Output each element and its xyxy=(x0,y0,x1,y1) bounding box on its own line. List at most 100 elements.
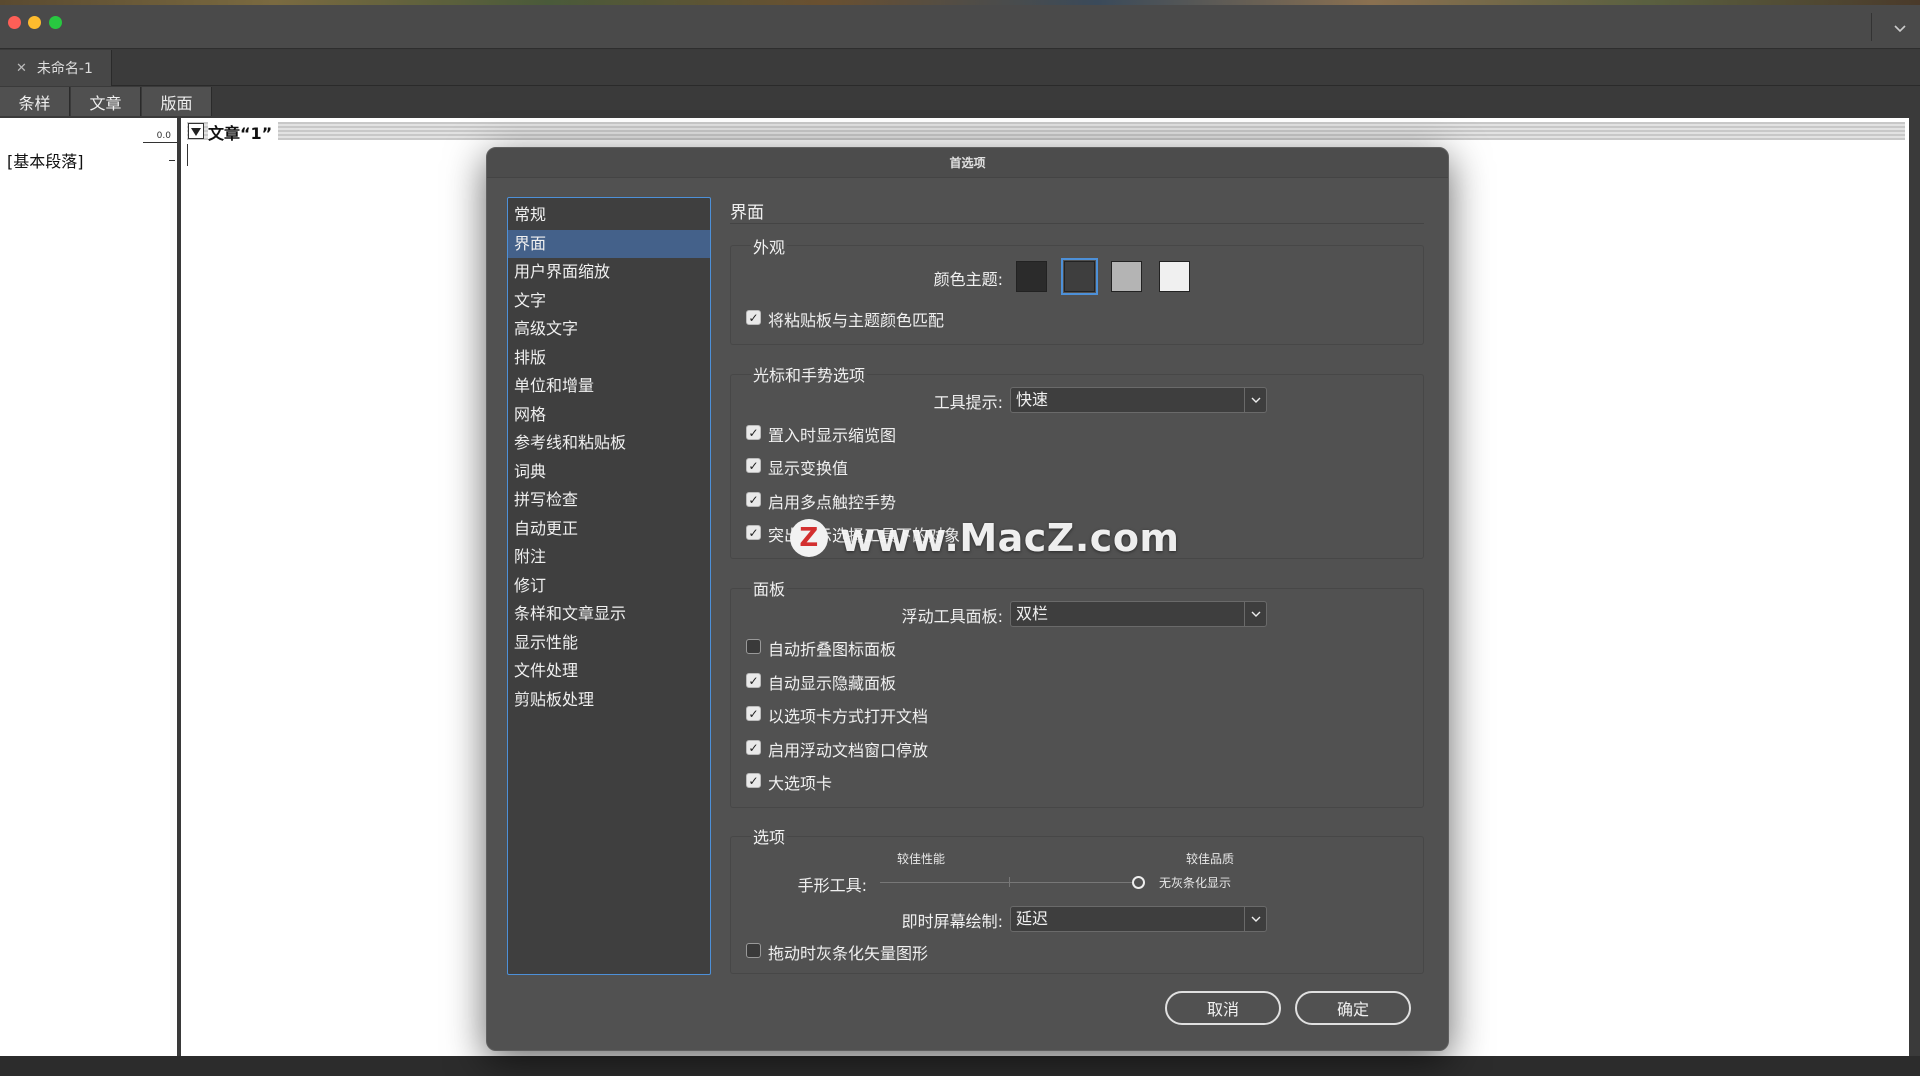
auto-collapse-checkbox[interactable] xyxy=(746,639,761,654)
watermark: Z www.MacZ.com xyxy=(790,515,1180,561)
category-item-advanced-type[interactable]: 高级文字 xyxy=(508,315,710,344)
cursor-gesture-title: 光标和手势选项 xyxy=(751,362,868,386)
tooltips-select-value: 快速 xyxy=(1016,390,1049,409)
story-editor-view-tabs: 条样 文章 版面 xyxy=(0,87,1920,117)
category-item-spelling[interactable]: 拼写检查 xyxy=(508,486,710,515)
tooltips-select[interactable]: 快速 xyxy=(1010,387,1267,413)
tab-layout[interactable]: 版面 xyxy=(142,87,212,116)
hand-tool-slider-tick xyxy=(1009,877,1010,887)
document-tab-label: 未命名-1 xyxy=(36,61,93,77)
section-divider xyxy=(730,223,1424,224)
story-collapse-toggle[interactable] xyxy=(188,123,204,139)
story-header-bar xyxy=(187,122,1905,140)
large-tabs-label: 大选项卡 xyxy=(768,774,833,793)
window-titlebar xyxy=(0,5,1920,49)
document-tab-strip: ✕ 未命名-1 xyxy=(0,50,1920,86)
floating-docking-label: 启用浮动文档窗口停放 xyxy=(768,741,929,760)
category-item-composition[interactable]: 排版 xyxy=(508,344,710,373)
floating-tools-select[interactable]: 双栏 xyxy=(1010,601,1267,627)
category-item-units[interactable]: 单位和增量 xyxy=(508,372,710,401)
category-item-dictionary[interactable]: 词典 xyxy=(508,458,710,487)
ruler-tick xyxy=(169,160,175,161)
category-list[interactable]: 常规 界面 用户界面缩放 文字 高级文字 排版 单位和增量 网格 参考线和粘贴板… xyxy=(507,197,711,975)
multitouch-checkbox[interactable]: ✓ xyxy=(746,492,761,507)
auto-collapse-label: 自动折叠图标面板 xyxy=(768,640,897,659)
theme-swatch-dark[interactable] xyxy=(1061,258,1098,295)
match-pasteboard-checkbox[interactable]: ✓ xyxy=(746,310,761,325)
highlight-object-checkbox[interactable]: ✓ xyxy=(746,525,761,540)
floating-tools-label: 浮动工具面板: xyxy=(901,607,1003,626)
match-pasteboard-label: 将粘贴板与主题颜色匹配 xyxy=(768,311,945,330)
live-draw-select-value: 延迟 xyxy=(1016,909,1049,928)
panels-title: 面板 xyxy=(751,576,788,600)
large-tabs-checkbox[interactable]: ✓ xyxy=(746,773,761,788)
chevron-down-icon[interactable] xyxy=(1890,18,1910,38)
auto-show-hidden-checkbox[interactable]: ✓ xyxy=(746,673,761,688)
depth-ruler-line xyxy=(143,142,177,143)
category-item-story-editor[interactable]: 条样和文章显示 xyxy=(508,600,710,629)
hand-tool-slider-knob[interactable] xyxy=(1132,876,1145,889)
category-item-display-performance[interactable]: 显示性能 xyxy=(508,629,710,658)
category-item-general[interactable]: 常规 xyxy=(508,201,710,230)
better-performance-label: 较佳性能 xyxy=(897,852,946,866)
cancel-button[interactable]: 取消 xyxy=(1165,991,1281,1025)
tab-story[interactable]: 文章 xyxy=(71,87,141,116)
dialog-title: 首选项 xyxy=(487,148,1448,178)
story-title: 文章“1” xyxy=(208,120,279,144)
category-item-autocorrect[interactable]: 自动更正 xyxy=(508,515,710,544)
show-transform-values-checkbox[interactable]: ✓ xyxy=(746,458,761,473)
category-item-type[interactable]: 文字 xyxy=(508,287,710,316)
chevron-down-icon xyxy=(1244,907,1266,931)
auto-show-hidden-label: 自动显示隐藏面板 xyxy=(768,674,897,693)
category-item-grids[interactable]: 网格 xyxy=(508,401,710,430)
style-name-column: 0.0 [基本段落] xyxy=(0,118,177,1056)
open-as-tabs-label: 以选项卡方式打开文档 xyxy=(768,707,929,726)
minimize-window-button[interactable] xyxy=(28,16,41,29)
live-draw-label: 即时屏幕绘制: xyxy=(901,912,1003,931)
ok-button[interactable]: 确定 xyxy=(1295,991,1411,1025)
show-transform-values-label: 显示变换值 xyxy=(768,459,849,478)
greek-vector-label: 拖动时灰条化矢量图形 xyxy=(768,944,929,963)
hand-tool-label: 手形工具: xyxy=(797,876,867,895)
triangle-down-icon xyxy=(191,128,201,136)
floating-docking-checkbox[interactable]: ✓ xyxy=(746,740,761,755)
preferences-dialog: 首选项 常规 界面 用户界面缩放 文字 高级文字 排版 单位和增量 网格 参考线… xyxy=(486,147,1449,1051)
theme-swatch-medium-light[interactable] xyxy=(1111,261,1142,292)
tab-galley[interactable]: 条样 xyxy=(0,87,70,116)
watermark-text: www.MacZ.com xyxy=(840,516,1180,560)
category-item-interface[interactable]: 界面 xyxy=(508,229,710,258)
chevron-down-icon xyxy=(1244,388,1266,412)
hand-tool-slider-track[interactable] xyxy=(880,882,1140,883)
category-item-ui-scaling[interactable]: 用户界面缩放 xyxy=(508,258,710,287)
document-tab[interactable]: ✕ 未命名-1 xyxy=(0,50,112,86)
appearance-title: 外观 xyxy=(751,234,788,258)
bottom-status-bar xyxy=(0,1056,1920,1076)
multitouch-label: 启用多点触控手势 xyxy=(768,493,897,512)
window-right-edge xyxy=(1909,118,1920,1056)
zoom-window-button[interactable] xyxy=(49,16,62,29)
text-caret xyxy=(187,144,188,166)
category-item-notes[interactable]: 附注 xyxy=(508,543,710,572)
place-thumbnails-checkbox[interactable]: ✓ xyxy=(746,425,761,440)
paragraph-style-label: [基本段落] xyxy=(7,152,84,171)
place-thumbnails-label: 置入时显示缩览图 xyxy=(768,426,897,445)
live-draw-select[interactable]: 延迟 xyxy=(1010,906,1267,932)
options-title: 选项 xyxy=(751,824,788,848)
category-item-track-changes[interactable]: 修订 xyxy=(508,572,710,601)
open-as-tabs-checkbox[interactable]: ✓ xyxy=(746,706,761,721)
close-tab-icon[interactable]: ✕ xyxy=(16,61,27,76)
chevron-down-icon xyxy=(1244,602,1266,626)
floating-tools-select-value: 双栏 xyxy=(1016,604,1049,623)
category-item-file-handling[interactable]: 文件处理 xyxy=(508,657,710,686)
category-item-clipboard[interactable]: 剪贴板处理 xyxy=(508,686,710,715)
tooltips-label: 工具提示: xyxy=(933,393,1003,412)
theme-swatch-darkest[interactable] xyxy=(1016,261,1047,292)
watermark-logo-icon: Z xyxy=(790,519,828,557)
theme-swatch-light[interactable] xyxy=(1159,261,1190,292)
no-greeking-label: 无灰条化显示 xyxy=(1159,876,1232,890)
category-item-guides[interactable]: 参考线和粘贴板 xyxy=(508,429,710,458)
close-window-button[interactable] xyxy=(8,16,21,29)
color-theme-label: 颜色主题: xyxy=(933,270,1003,289)
section-title: 界面 xyxy=(730,203,764,223)
greek-vector-checkbox[interactable] xyxy=(746,943,761,958)
